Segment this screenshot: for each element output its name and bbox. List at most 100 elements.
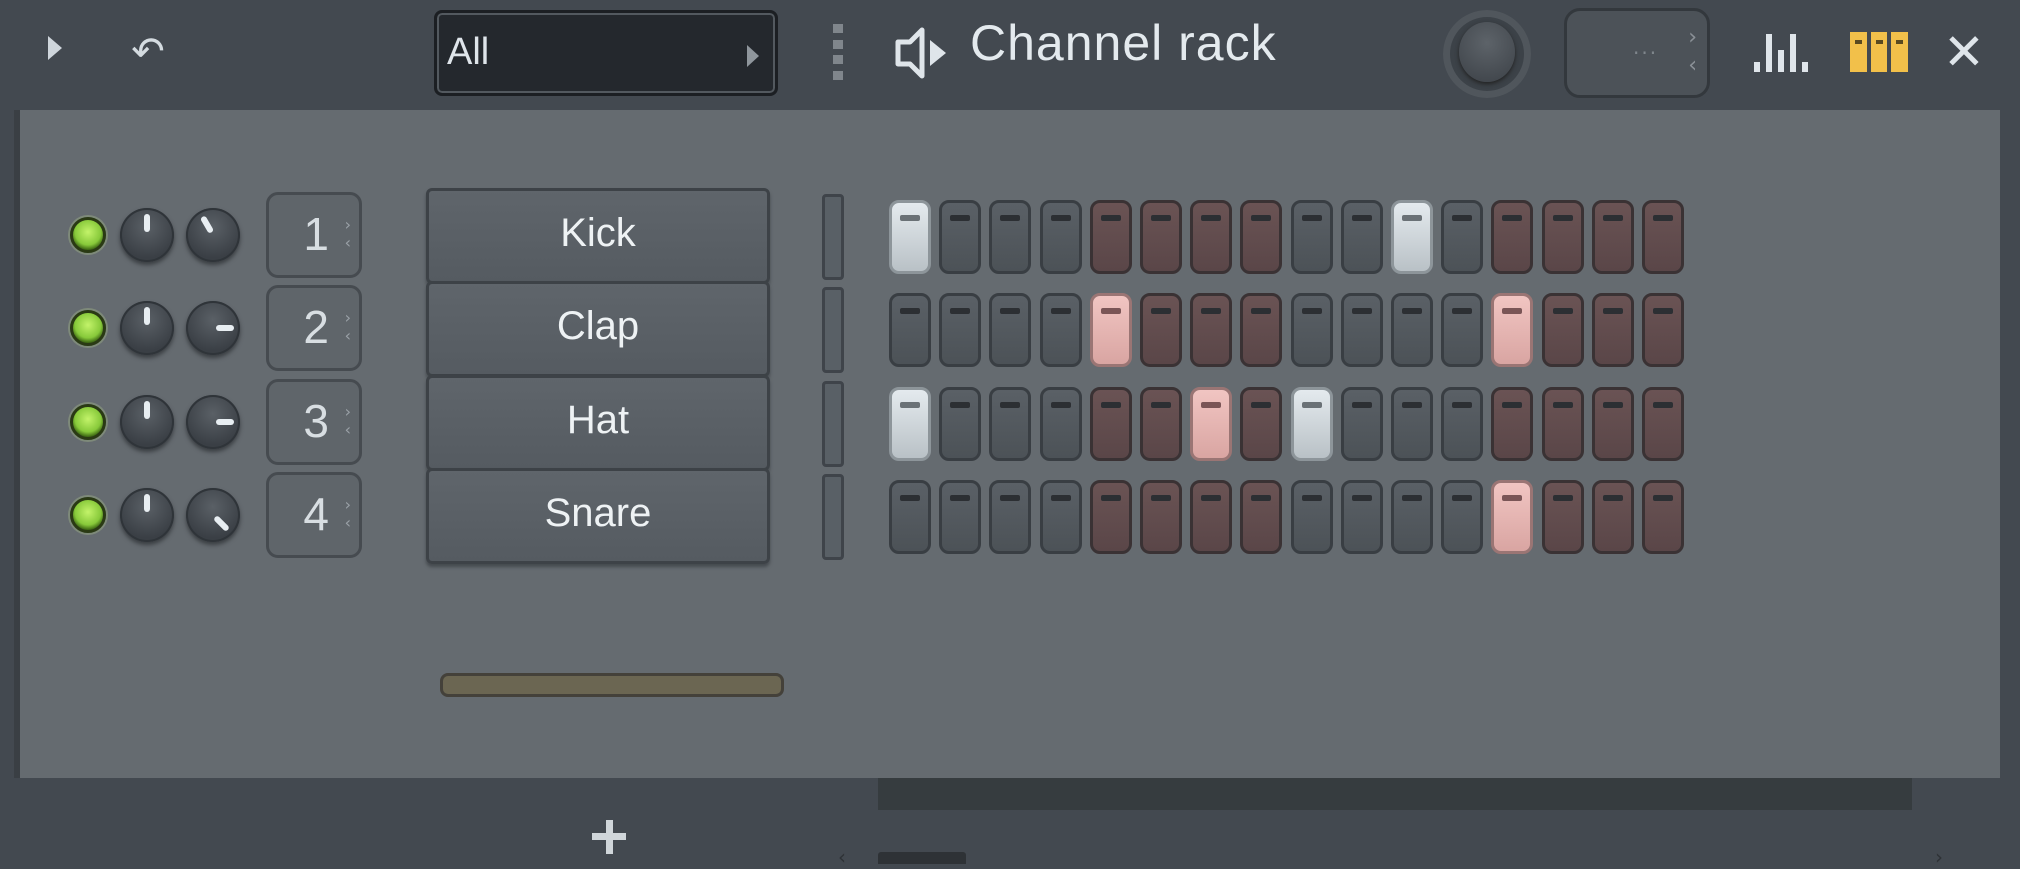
swing-knob[interactable]: [1443, 10, 1531, 98]
channel-name-button[interactable]: Clap: [426, 281, 770, 377]
step-button[interactable]: [889, 480, 931, 554]
step-button[interactable]: [1089, 480, 1132, 554]
step-button[interactable]: [1190, 200, 1233, 274]
channel-name-button[interactable]: Kick: [426, 188, 770, 284]
step-button[interactable]: [1089, 387, 1132, 461]
channel-mute-led[interactable]: [70, 404, 106, 440]
step-button[interactable]: [989, 293, 1032, 367]
step-button[interactable]: [889, 200, 931, 274]
channel-name-button[interactable]: Hat: [426, 375, 770, 471]
step-button[interactable]: [1140, 293, 1182, 367]
step-button[interactable]: [1541, 480, 1584, 554]
mixer-track-spinner[interactable]: 2 › ‹: [266, 285, 362, 371]
channel-scroll-indicator[interactable]: [440, 673, 784, 697]
step-button[interactable]: [939, 480, 982, 554]
step-button[interactable]: [1190, 480, 1233, 554]
step-button[interactable]: [939, 293, 982, 367]
step-button[interactable]: [889, 293, 931, 367]
step-button[interactable]: [1642, 387, 1684, 461]
step-button[interactable]: [1441, 200, 1484, 274]
undo-icon[interactable]: ↶: [126, 26, 170, 78]
step-button[interactable]: [989, 200, 1032, 274]
step-button[interactable]: [1290, 293, 1333, 367]
step-button[interactable]: [889, 387, 931, 461]
step-button[interactable]: [939, 387, 982, 461]
step-button[interactable]: [1491, 480, 1534, 554]
step-button[interactable]: [1391, 293, 1433, 367]
channel-select-strip[interactable]: [822, 381, 844, 467]
channel-mute-led[interactable]: [70, 310, 106, 346]
step-button[interactable]: [1240, 293, 1283, 367]
options-menu-arrow-icon[interactable]: [48, 36, 62, 60]
step-button[interactable]: [1391, 200, 1433, 274]
steps-spinner[interactable]: ··· › ‹: [1564, 8, 1710, 98]
step-button[interactable]: [989, 387, 1032, 461]
step-button[interactable]: [1591, 200, 1634, 274]
mixer-track-spinner[interactable]: 3 › ‹: [266, 379, 362, 465]
step-button[interactable]: [1039, 200, 1082, 274]
scroll-right-icon[interactable]: ›: [1935, 845, 1943, 869]
spinner-down-icon[interactable]: ‹: [345, 235, 351, 251]
step-button[interactable]: [989, 480, 1032, 554]
spinner-up-icon[interactable]: ›: [345, 497, 351, 513]
step-button[interactable]: [1089, 293, 1132, 367]
step-button[interactable]: [1441, 387, 1484, 461]
step-button[interactable]: [1340, 480, 1383, 554]
step-button[interactable]: [939, 200, 982, 274]
channel-mute-led[interactable]: [70, 217, 106, 253]
scroll-left-icon[interactable]: ‹: [838, 845, 846, 869]
step-button[interactable]: [1190, 387, 1233, 461]
step-button[interactable]: [1140, 480, 1182, 554]
spinner-down-icon[interactable]: ‹: [345, 515, 351, 531]
channel-filter-select[interactable]: All: [434, 10, 778, 96]
channel-volume-knob[interactable]: [120, 488, 174, 542]
step-button[interactable]: [1340, 387, 1383, 461]
step-button[interactable]: [1140, 200, 1182, 274]
channel-pan-knob[interactable]: [186, 488, 240, 542]
channel-mute-led[interactable]: [70, 497, 106, 533]
step-button[interactable]: [1140, 387, 1182, 461]
step-button[interactable]: [1541, 387, 1584, 461]
channel-pan-knob[interactable]: [186, 301, 240, 355]
channel-pan-knob[interactable]: [186, 208, 240, 262]
close-icon[interactable]: ✕: [1940, 22, 1988, 82]
graph-editor-icon[interactable]: [1752, 30, 1812, 72]
spinner-down-icon[interactable]: ‹: [1688, 55, 1697, 77]
step-button[interactable]: [1642, 200, 1684, 274]
step-button[interactable]: [1190, 293, 1233, 367]
spinner-up-icon[interactable]: ›: [345, 217, 351, 233]
spinner-up-icon[interactable]: ›: [345, 310, 351, 326]
step-button[interactable]: [1089, 200, 1132, 274]
step-button[interactable]: [1340, 293, 1383, 367]
step-button[interactable]: [1290, 387, 1333, 461]
horizontal-scrollbar-track[interactable]: [878, 778, 1912, 810]
step-button[interactable]: [1591, 293, 1634, 367]
step-button[interactable]: [1591, 480, 1634, 554]
step-button[interactable]: [1391, 480, 1433, 554]
step-button[interactable]: [1240, 387, 1283, 461]
step-button[interactable]: [1290, 480, 1333, 554]
step-button[interactable]: [1541, 200, 1584, 274]
channel-select-strip[interactable]: [822, 474, 844, 560]
step-button[interactable]: [1391, 387, 1433, 461]
mixer-track-spinner[interactable]: 4 › ‹: [266, 472, 362, 558]
channel-volume-knob[interactable]: [120, 208, 174, 262]
step-button[interactable]: [1240, 480, 1283, 554]
step-button[interactable]: [1240, 200, 1283, 274]
step-button[interactable]: [1491, 200, 1534, 274]
step-sequencer-icon[interactable]: [1850, 32, 1909, 72]
channel-volume-knob[interactable]: [120, 301, 174, 355]
add-channel-icon[interactable]: [592, 820, 626, 854]
channel-select-strip[interactable]: [822, 194, 844, 280]
step-button[interactable]: [1441, 293, 1484, 367]
step-button[interactable]: [1039, 293, 1082, 367]
spinner-up-icon[interactable]: ›: [345, 404, 351, 420]
step-button[interactable]: [1642, 480, 1684, 554]
channel-name-button[interactable]: Snare: [426, 468, 770, 564]
spinner-down-icon[interactable]: ‹: [345, 328, 351, 344]
step-button[interactable]: [1591, 387, 1634, 461]
speaker-icon[interactable]: [892, 22, 952, 84]
spinner-up-icon[interactable]: ›: [1688, 27, 1697, 49]
step-button[interactable]: [1039, 480, 1082, 554]
step-button[interactable]: [1039, 387, 1082, 461]
